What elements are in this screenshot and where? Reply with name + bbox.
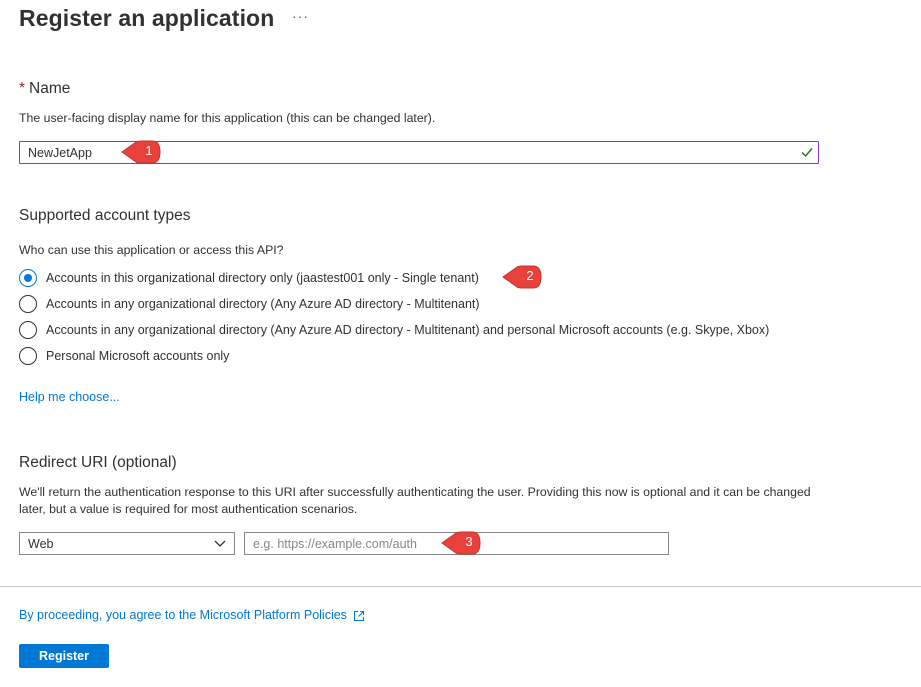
- account-types-question: Who can use this application or access t…: [19, 243, 284, 257]
- radio-option-personal-only[interactable]: Personal Microsoft accounts only: [19, 346, 229, 366]
- page-header: Register an application: [19, 4, 274, 32]
- callout-number: 2: [526, 268, 534, 283]
- external-link-icon[interactable]: [353, 610, 365, 622]
- platform-select[interactable]: Web: [19, 532, 235, 555]
- annotation-callout-1: 1: [120, 139, 162, 165]
- register-button[interactable]: Register: [19, 644, 109, 668]
- footer-divider: [0, 586, 921, 587]
- radio-button-checked[interactable]: [19, 269, 37, 287]
- redirect-uri-title: Redirect URI (optional): [19, 454, 177, 471]
- name-label: Name: [29, 80, 71, 97]
- redirect-uri-description: We'll return the authentication response…: [19, 485, 811, 516]
- platform-policies-link[interactable]: By proceeding, you agree to the Microsof…: [19, 608, 347, 622]
- callout-number: 3: [465, 534, 473, 549]
- account-types-title: Supported account types: [19, 207, 191, 224]
- more-options-button[interactable]: ···: [292, 8, 309, 24]
- radio-button[interactable]: [19, 347, 37, 365]
- radio-label: Accounts in any organizational directory…: [46, 297, 480, 311]
- radio-button[interactable]: [19, 295, 37, 313]
- policy-row: By proceeding, you agree to the Microsof…: [19, 608, 365, 622]
- checkmark-icon: [801, 148, 813, 158]
- annotation-callout-3: 3: [440, 530, 482, 556]
- radio-option-multitenant[interactable]: Accounts in any organizational directory…: [19, 294, 480, 314]
- radio-label: Personal Microsoft accounts only: [46, 349, 230, 363]
- page-title: Register an application: [19, 4, 275, 31]
- help-me-choose-link[interactable]: Help me choose...: [19, 390, 120, 404]
- name-description: The user-facing display name for this ap…: [19, 111, 436, 125]
- annotation-callout-2: 2: [501, 264, 543, 290]
- radio-button[interactable]: [19, 321, 37, 339]
- name-section-title: * Name: [19, 80, 70, 98]
- callout-number: 1: [145, 143, 153, 158]
- radio-option-multitenant-personal[interactable]: Accounts in any organizational directory…: [19, 320, 769, 340]
- radio-label: Accounts in this organizational director…: [46, 271, 479, 285]
- radio-label: Accounts in any organizational directory…: [46, 323, 770, 337]
- radio-option-single-tenant[interactable]: Accounts in this organizational director…: [19, 268, 479, 288]
- platform-select-value: Web: [28, 537, 54, 551]
- required-marker: *: [19, 80, 26, 97]
- chevron-down-icon: [214, 540, 226, 547]
